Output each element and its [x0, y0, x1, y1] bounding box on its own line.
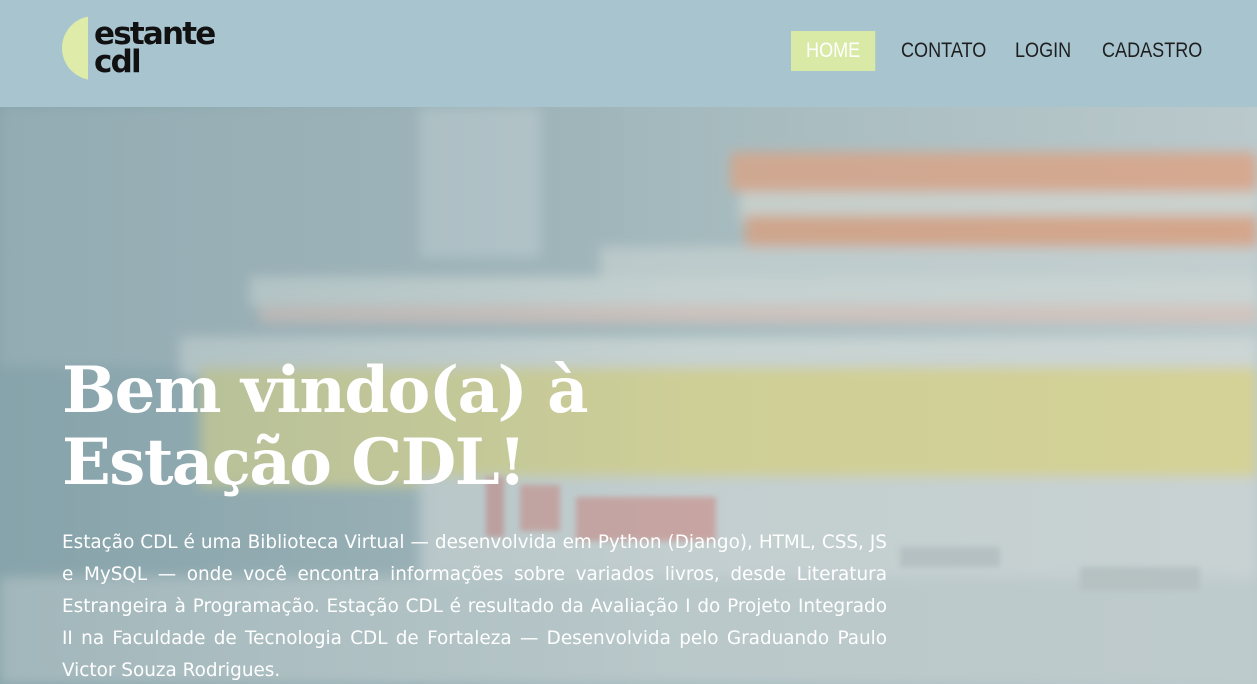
nav-login-link[interactable]: LOGIN	[1015, 31, 1071, 71]
nav-cadastro-link[interactable]: CADASTRO	[1102, 31, 1202, 71]
hero-title-line2: Estação CDL!	[62, 425, 526, 500]
logo-text-line2: cdl	[94, 44, 142, 80]
hero-title-line1: Bem vindo(a) à	[62, 353, 589, 428]
nav-home-link[interactable]: HOME	[791, 31, 876, 71]
hero-title: Bem vindo(a) à Estação CDL!	[62, 355, 622, 499]
hero-description: Estação CDL é uma Biblioteca Virtual — d…	[62, 532, 887, 681]
hero-section: Bem vindo(a) à Estação CDL! Estação CDL …	[0, 107, 1257, 684]
site-logo[interactable]: estante cdl	[62, 14, 232, 84]
site-header: estante cdl HOME CONTATO LOGIN CADASTRO	[0, 0, 1257, 107]
nav-contato-link[interactable]: CONTATO	[901, 31, 986, 71]
